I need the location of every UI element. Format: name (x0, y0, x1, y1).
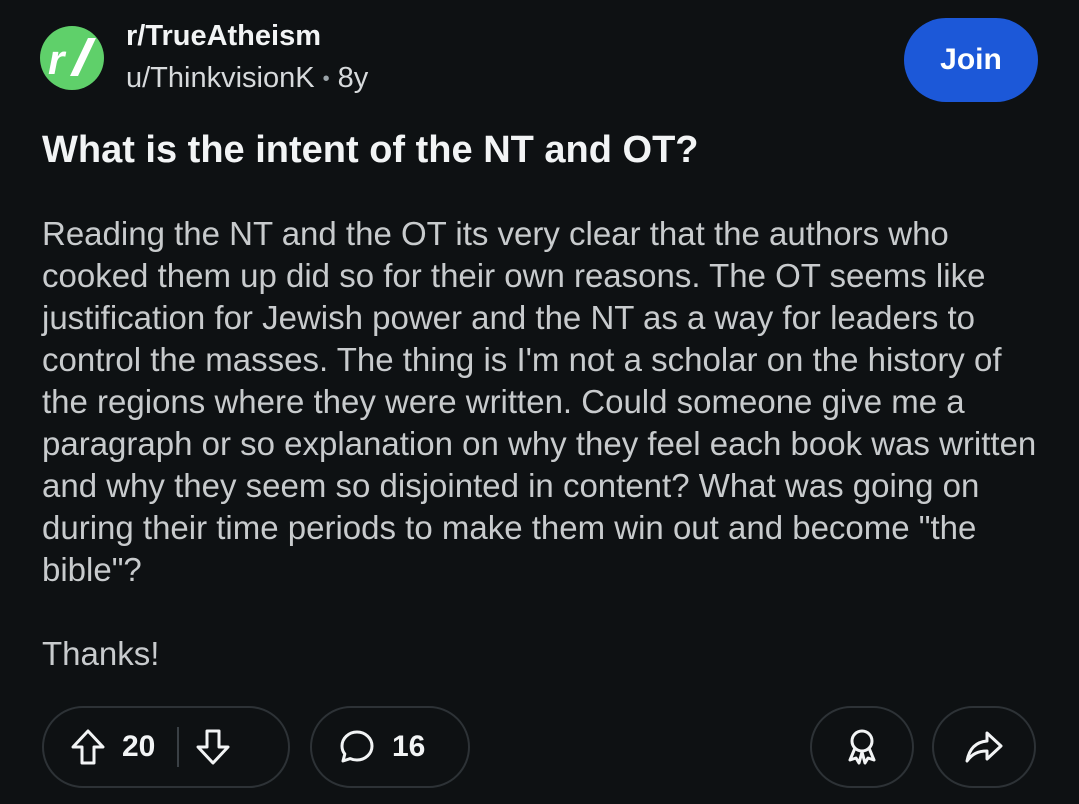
vote-divider (177, 727, 180, 767)
upvote-button[interactable] (70, 728, 106, 766)
downvote-arrow-icon (196, 729, 230, 765)
award-icon (848, 729, 876, 765)
post-body-paragraph: Thanks! (42, 635, 160, 672)
post-title: What is the intent of the NT and OT? (42, 129, 699, 171)
join-button[interactable]: Join (904, 18, 1038, 102)
share-button[interactable] (932, 706, 1036, 788)
downvote-button[interactable] (195, 728, 231, 766)
comments-button[interactable]: 16 (310, 706, 470, 788)
author-username[interactable]: u/ThinkvisionK (126, 62, 315, 94)
vote-count: 20 (122, 730, 156, 763)
comment-count: 16 (392, 730, 426, 763)
award-button[interactable] (810, 706, 914, 788)
comment-icon-wrap (338, 728, 376, 766)
subreddit-logo-icon: r (48, 36, 96, 83)
upvote-arrow-icon (71, 729, 105, 765)
svg-text:r: r (48, 36, 67, 83)
post-age: 8y (337, 62, 369, 94)
post-meta: r/TrueAtheism u/ThinkvisionK • 8y (126, 18, 368, 99)
vote-control: 20 (42, 706, 290, 788)
comment-bubble-icon (340, 730, 374, 763)
meta-separator: • (322, 68, 330, 91)
subreddit-name[interactable]: r/TrueAtheism (126, 18, 368, 54)
author-row: u/ThinkvisionK • 8y (126, 58, 368, 99)
post-header: r r/TrueAtheism u/ThinkvisionK • 8y Join (40, 18, 1040, 104)
share-arrow-icon (965, 731, 1003, 763)
post-body-paragraph: Reading the NT and the OT its very clear… (42, 215, 1037, 588)
post-body: Reading the NT and the OT its very clear… (42, 213, 1042, 675)
subreddit-avatar[interactable]: r (40, 26, 104, 90)
post-action-bar: 20 16 (42, 706, 1037, 790)
